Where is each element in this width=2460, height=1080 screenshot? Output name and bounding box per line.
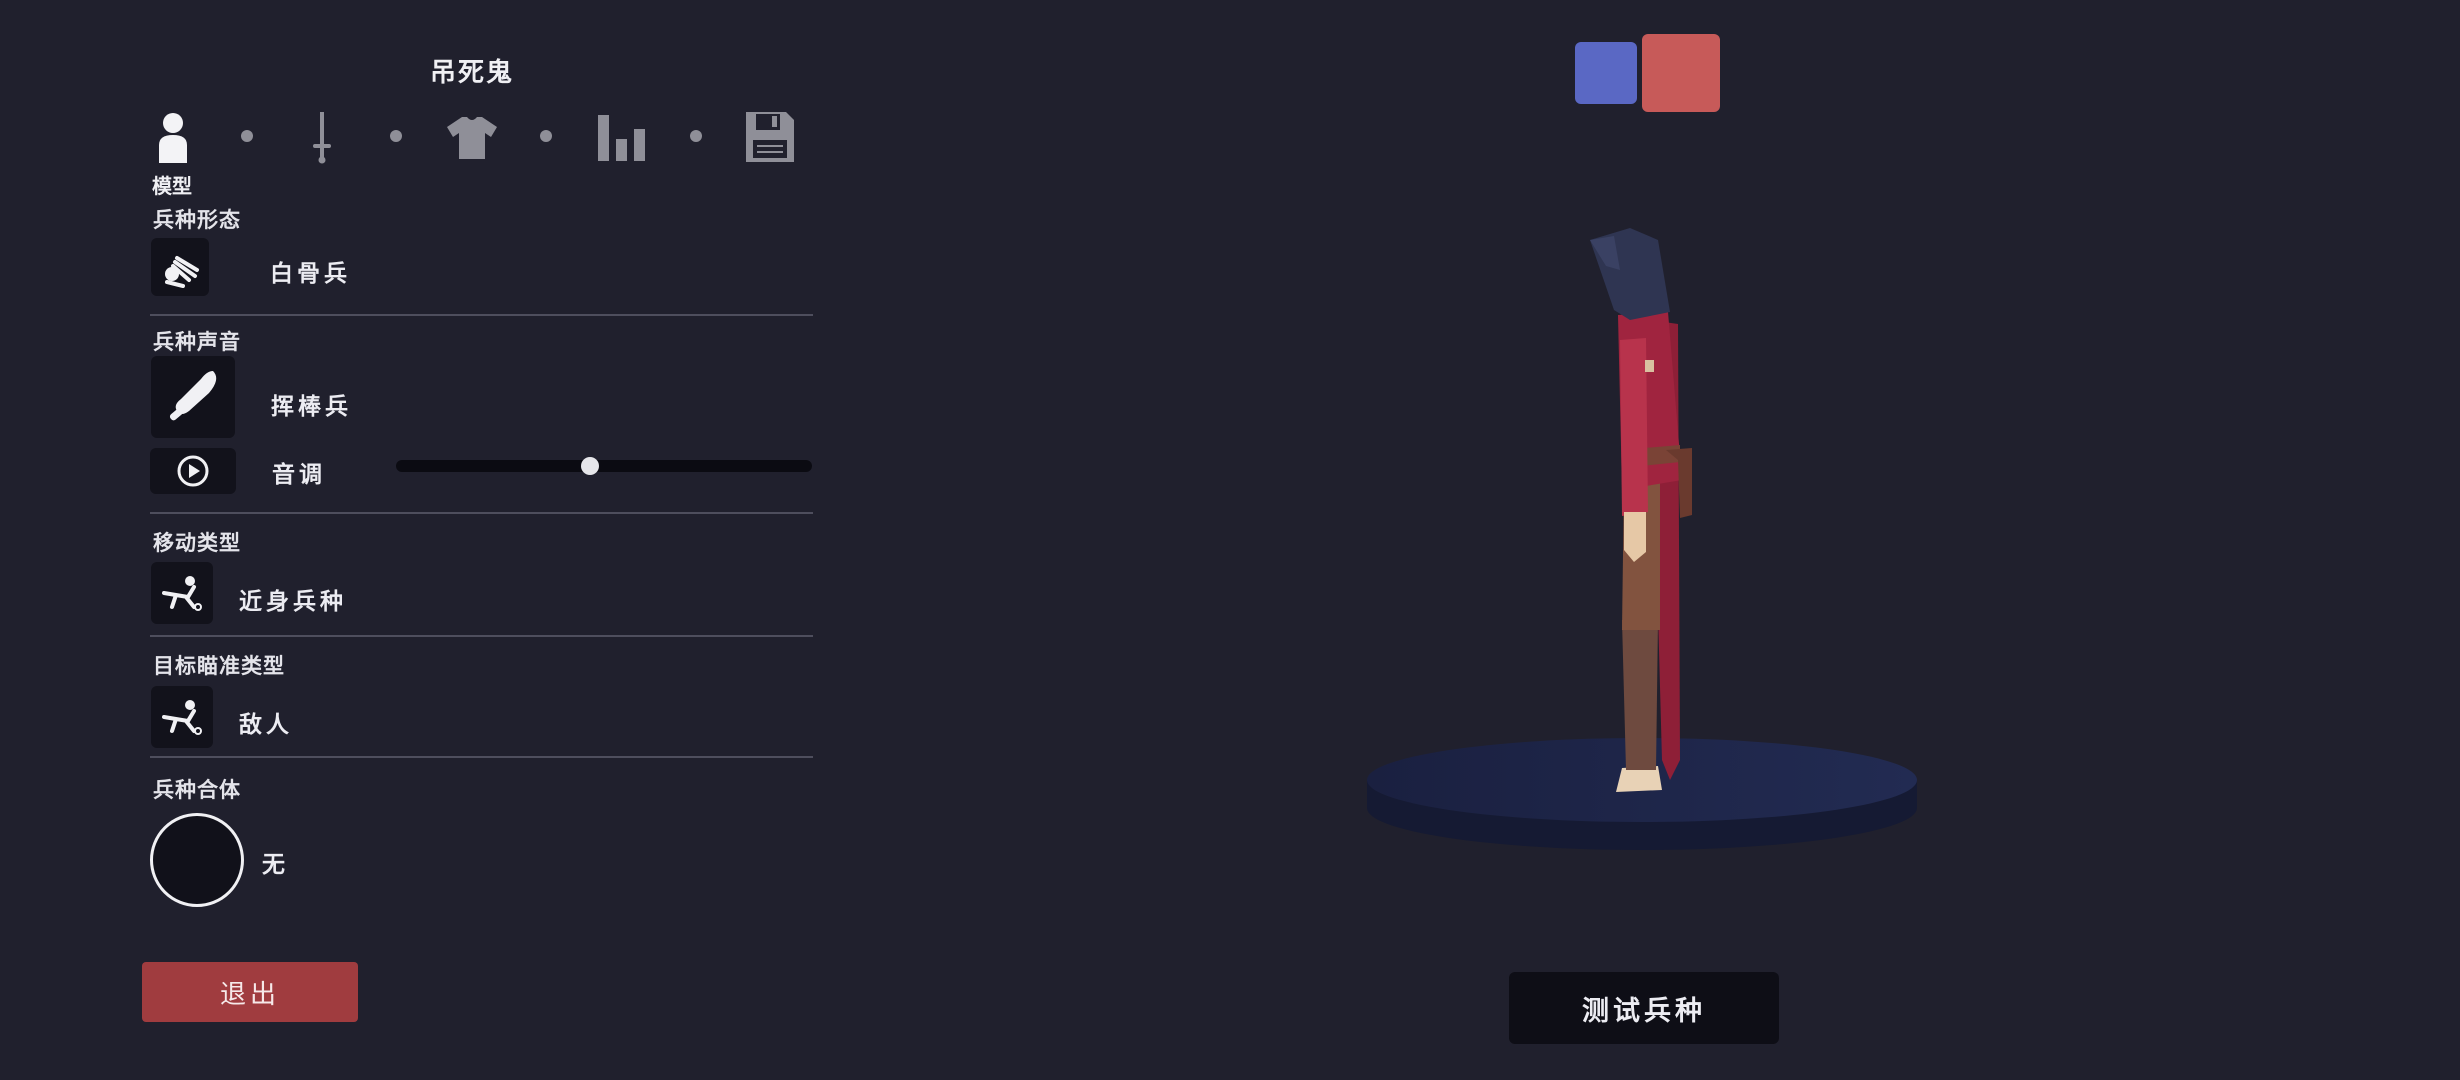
movement-section-label: 移动类型 [153,531,241,555]
sword-icon [313,112,331,164]
divider [150,635,813,637]
divider [150,314,813,316]
exit-button[interactable]: 退出 [142,962,358,1022]
tab-model-label: 模型 [152,174,192,198]
person-icon [159,113,187,163]
team-blue-swatch[interactable] [1575,42,1637,104]
divider [150,512,813,514]
stats-icon [598,115,645,161]
tab-separator-dot [241,130,253,142]
tab-stats[interactable] [594,108,650,166]
combo-value: 无 [262,852,289,878]
test-unit-button[interactable]: 测试兵种 [1509,972,1779,1044]
hooded-unit-model [1590,228,1692,792]
divider [150,756,813,758]
play-voice-button[interactable] [150,448,236,494]
tab-clothing[interactable] [444,108,500,166]
movement-select-button[interactable] [151,562,213,624]
team-red-swatch[interactable] [1642,34,1720,112]
skeleton-icon [165,256,199,288]
tab-separator-dot [390,130,402,142]
shirt-icon [447,117,497,159]
tab-separator-dot [690,130,702,142]
combo-select-button[interactable] [150,813,244,907]
movement-value: 近身兵种 [239,589,347,615]
tab-weapon[interactable] [294,108,350,166]
voice-section-label: 兵种声音 [153,330,241,354]
form-select-button[interactable] [151,238,209,296]
unit-preview[interactable] [1300,200,1960,880]
targeting-select-button[interactable] [151,686,213,748]
tab-save[interactable] [742,108,798,166]
pitch-label: 音调 [272,462,326,488]
form-value: 白骨兵 [270,261,351,287]
tab-model[interactable] [145,108,201,166]
combo-section-label: 兵种合体 [153,778,241,802]
melee-unit-icon [162,576,202,611]
enemy-target-icon [162,700,202,735]
tab-separator-dot [540,130,552,142]
unit-name-title: 吊死鬼 [430,58,515,88]
voice-select-button[interactable] [151,356,235,438]
play-icon [177,455,209,487]
form-section-label: 兵种形态 [153,208,241,232]
pitch-slider[interactable] [396,460,812,472]
voice-value: 挥棒兵 [271,394,352,420]
pitch-slider-handle[interactable] [581,457,599,475]
targeting-section-label: 目标瞄准类型 [153,654,285,678]
targeting-value: 敌人 [239,712,293,738]
club-icon [169,371,217,421]
save-icon [746,112,794,162]
